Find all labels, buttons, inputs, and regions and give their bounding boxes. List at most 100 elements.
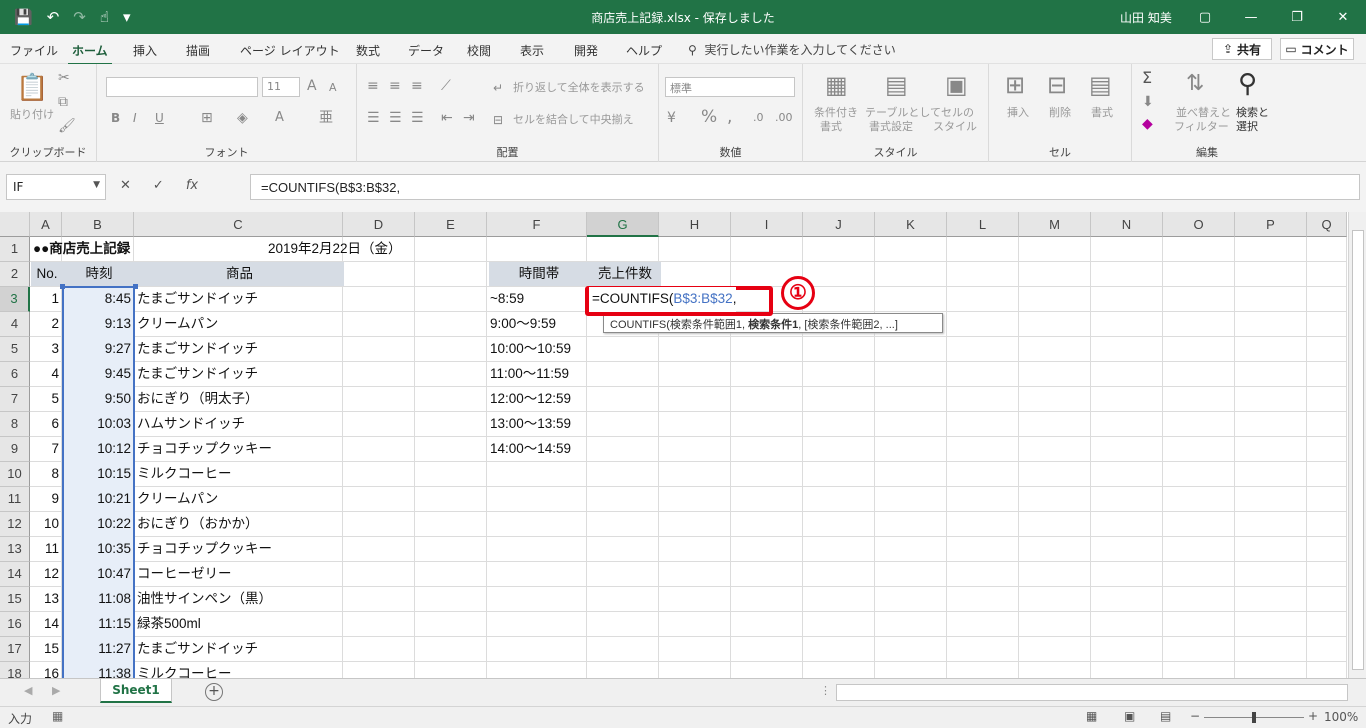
cell-styles-line2[interactable]: スタイル (933, 120, 977, 134)
record-no-cell[interactable]: 4 (30, 362, 62, 387)
record-product-cell[interactable]: たまごサンドイッチ (134, 337, 343, 362)
name-box-dropdown-icon[interactable]: ▼ (93, 180, 100, 190)
underline-icon[interactable]: U (155, 110, 164, 126)
conditional-formatting-line1[interactable]: 条件付き (814, 106, 858, 120)
sort-filter-line2[interactable]: フィルター (1174, 120, 1229, 134)
insert-cells-icon[interactable]: ⊞ (1005, 72, 1025, 98)
fill-color-icon[interactable]: ◈ (237, 110, 248, 126)
record-time-cell[interactable]: 10:47 (62, 562, 134, 587)
autosum-icon[interactable]: Σ (1142, 70, 1152, 86)
comment-button[interactable]: ▭ コメント (1280, 38, 1354, 60)
slot-cell[interactable]: 9:00～9:59 (487, 312, 556, 337)
minimize-icon[interactable]: — (1228, 0, 1274, 34)
increase-decimal-icon[interactable]: .0 (753, 110, 764, 126)
sort-filter-icon[interactable]: ⇅ (1186, 72, 1204, 96)
record-product-cell[interactable]: ハムサンドイッチ (134, 412, 343, 437)
restore-icon[interactable]: ❐ (1274, 0, 1320, 34)
insert-function-icon[interactable]: fx (186, 178, 198, 193)
decrease-indent-icon[interactable]: ⇤ (441, 110, 453, 126)
row-header-10[interactable]: 10 (0, 462, 30, 487)
cut-icon[interactable]: ✂ (58, 70, 70, 86)
format-as-table-line2[interactable]: 書式設定 (869, 120, 913, 134)
font-color-icon[interactable]: A (275, 110, 284, 126)
record-no-cell[interactable]: 1 (30, 287, 62, 312)
normal-view-icon[interactable]: ▦ (1086, 709, 1097, 723)
column-header-Q[interactable]: Q (1307, 212, 1347, 237)
sheet-tab-sheet1[interactable]: Sheet1 (100, 679, 172, 703)
column-header-E[interactable]: E (415, 212, 487, 237)
increase-indent-icon[interactable]: ⇥ (463, 110, 475, 126)
header-no[interactable]: No. (31, 262, 63, 287)
conditional-formatting-icon[interactable]: ▦ (825, 72, 848, 98)
tab-review[interactable]: 校閲 (467, 42, 491, 59)
insert-cells-button[interactable]: 挿入 (1007, 106, 1029, 120)
row-header-3[interactable]: 3 (0, 287, 30, 312)
percent-icon[interactable]: % (701, 109, 717, 126)
column-header-F[interactable]: F (487, 212, 587, 237)
row-header-2[interactable]: 2 (0, 262, 30, 287)
wrap-text-icon[interactable]: ↵ (493, 80, 503, 96)
slot-cell[interactable]: 12:00～12:59 (487, 387, 571, 412)
record-no-cell[interactable]: 3 (30, 337, 62, 362)
record-time-cell[interactable]: 11:38 (62, 662, 134, 678)
user-name[interactable]: 山田 知美 (1120, 9, 1172, 26)
row-header-16[interactable]: 16 (0, 612, 30, 637)
row-header-14[interactable]: 14 (0, 562, 30, 587)
column-header-G[interactable]: G (587, 212, 659, 237)
column-header-B[interactable]: B (62, 212, 134, 237)
tab-data[interactable]: データ (408, 42, 444, 59)
slot-cell[interactable]: 14:00～14:59 (487, 437, 571, 462)
align-left-icon[interactable]: ☰ (367, 110, 380, 126)
zoom-in-icon[interactable]: + (1308, 709, 1318, 723)
column-header-I[interactable]: I (731, 212, 803, 237)
record-time-cell[interactable]: 10:12 (62, 437, 134, 462)
bold-icon[interactable]: B (111, 110, 120, 126)
row-header-13[interactable]: 13 (0, 537, 30, 562)
paste-button[interactable]: 貼り付け (10, 108, 54, 122)
align-bottom-icon[interactable]: ≡ (411, 78, 423, 94)
italic-icon[interactable]: I (133, 110, 137, 126)
slot-cell[interactable]: 10:00～10:59 (487, 337, 571, 362)
column-header-A[interactable]: A (30, 212, 62, 237)
column-header-M[interactable]: M (1019, 212, 1091, 237)
record-product-cell[interactable]: たまごサンドイッチ (134, 362, 343, 387)
record-no-cell[interactable]: 2 (30, 312, 62, 337)
font-size-box[interactable]: 11 (262, 77, 300, 97)
sheet-title[interactable]: ●●商店売上記録 (31, 237, 130, 262)
prev-sheet-icon[interactable]: ◀ (24, 684, 32, 697)
cell-styles-line1[interactable]: セルの (941, 106, 974, 120)
record-product-cell[interactable]: たまごサンドイッチ (134, 637, 343, 662)
record-no-cell[interactable]: 11 (30, 537, 62, 562)
font-name-box[interactable] (106, 77, 258, 97)
worksheet-grid[interactable]: ABCDEFGHIJKLMNOPQ 1 2 3 4 5 6 7 8 9 10 11 12 13 14 15 1… (0, 212, 1348, 678)
record-product-cell[interactable]: おにぎり（おかか） (134, 512, 343, 537)
row-header-18[interactable]: 18 (0, 662, 30, 678)
record-no-cell[interactable]: 12 (30, 562, 62, 587)
format-as-table-icon[interactable]: ▤ (885, 72, 908, 98)
close-icon[interactable]: ✕ (1320, 0, 1366, 34)
macro-record-icon[interactable]: ▦ (52, 709, 63, 723)
decrease-decimal-icon[interactable]: .00 (775, 110, 793, 126)
record-product-cell[interactable]: 油性サインペン（黒） (134, 587, 343, 612)
column-header-O[interactable]: O (1163, 212, 1235, 237)
record-time-cell[interactable]: 10:03 (62, 412, 134, 437)
merge-center-icon[interactable]: ⊟ (493, 112, 503, 128)
row-header-5[interactable]: 5 (0, 337, 30, 362)
record-product-cell[interactable]: クリームパン (134, 487, 343, 512)
delete-cells-button[interactable]: 削除 (1049, 106, 1071, 120)
record-no-cell[interactable]: 5 (30, 387, 62, 412)
record-product-cell[interactable]: コーヒーゼリー (134, 562, 343, 587)
tab-home[interactable]: ホーム (68, 42, 112, 65)
merge-center-button[interactable]: セルを結合して中央揃え (513, 113, 634, 127)
record-product-cell[interactable]: たまごサンドイッチ (134, 287, 343, 312)
row-header-12[interactable]: 12 (0, 512, 30, 537)
copy-icon[interactable]: ⧉ (58, 94, 68, 110)
comma-style-icon[interactable]: , (727, 109, 732, 126)
column-header-D[interactable]: D (343, 212, 415, 237)
slot-cell[interactable]: 11:00～11:59 (487, 362, 569, 387)
page-break-view-icon[interactable]: ▤ (1160, 709, 1171, 723)
font-shrink-icon[interactable]: A (329, 80, 337, 96)
tab-view[interactable]: 表示 (520, 42, 544, 59)
record-time-cell[interactable]: 9:45 (62, 362, 134, 387)
find-select-line2[interactable]: 選択 (1236, 120, 1258, 134)
